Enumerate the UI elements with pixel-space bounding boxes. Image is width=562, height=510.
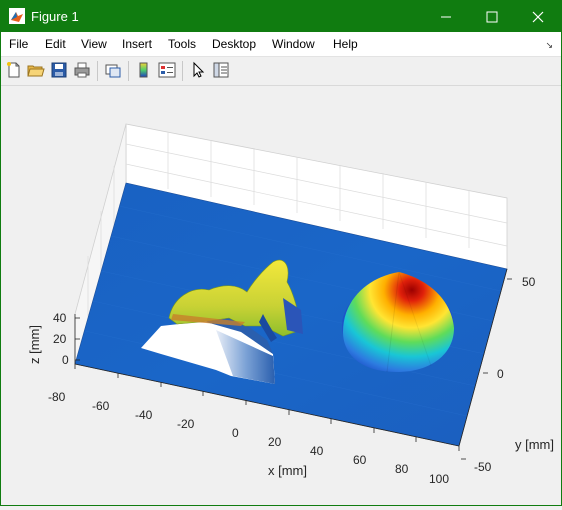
x-tick-label: 80 [395, 462, 409, 476]
menu-help[interactable]: Help [333, 37, 358, 51]
menu-file[interactable]: File [9, 37, 28, 51]
y-axis-label: y [mm] [515, 437, 554, 452]
z-tick-label: 0 [62, 353, 69, 367]
matlab-logo-icon [9, 8, 25, 24]
x-tick-label: 100 [429, 472, 449, 486]
menu-insert[interactable]: Insert [122, 37, 152, 51]
maximize-button[interactable] [469, 1, 515, 32]
toolbar-separator [97, 61, 98, 81]
menu-view[interactable]: View [81, 37, 107, 51]
x-tick-label: -60 [92, 399, 110, 413]
axes-3d[interactable]: 40 20 0 z [mm] -80 -60 -40 -20 0 20 40 6… [1, 86, 561, 505]
toolbar [1, 57, 561, 86]
open-file-icon[interactable] [27, 61, 45, 79]
x-tick-label: -40 [135, 408, 153, 422]
menu-edit[interactable]: Edit [45, 37, 66, 51]
toolbar-separator [128, 61, 129, 81]
minimize-icon [441, 16, 451, 17]
x-tick-label: 40 [310, 444, 324, 458]
x-tick-label: -20 [177, 417, 195, 431]
menu-dock-arrow-icon[interactable]: ↘ [545, 40, 553, 51]
insert-colorbar-icon[interactable] [135, 61, 153, 79]
property-inspector-icon[interactable] [212, 61, 230, 79]
menu-window[interactable]: Window [272, 37, 315, 51]
toolbar-separator [182, 61, 183, 81]
menu-bar: File Edit View Insert Tools Desktop Wind… [1, 32, 561, 57]
edit-plot-icon[interactable] [189, 61, 207, 79]
close-icon [532, 11, 544, 22]
x-tick-label: 0 [232, 426, 239, 440]
figure-canvas[interactable]: 40 20 0 z [mm] -80 -60 -40 -20 0 20 40 6… [1, 86, 561, 505]
close-button[interactable] [515, 1, 561, 32]
minimize-button[interactable] [423, 1, 469, 32]
x-tick-label: 20 [268, 435, 282, 449]
x-axis-label: x [mm] [268, 463, 307, 478]
new-figure-icon[interactable] [5, 61, 23, 79]
y-tick-label: 50 [522, 275, 536, 289]
menu-desktop[interactable]: Desktop [212, 37, 256, 51]
save-icon[interactable] [50, 61, 68, 79]
maximize-icon [486, 11, 498, 22]
menu-tools[interactable]: Tools [168, 37, 196, 51]
z-axis-label: z [mm] [27, 325, 42, 364]
link-plot-icon[interactable] [104, 61, 122, 79]
window-title: Figure 1 [31, 9, 79, 24]
insert-legend-icon[interactable] [158, 61, 176, 79]
z-tick-label: 20 [53, 332, 67, 346]
y-tick-label: -50 [474, 460, 492, 474]
x-tick-label: -80 [48, 390, 66, 404]
figure-window: Figure 1 File Edit View Insert Tools Des… [0, 0, 562, 506]
y-tick-label: 0 [497, 367, 504, 381]
z-tick-label: 40 [53, 311, 67, 325]
x-tick-label: 60 [353, 453, 367, 467]
print-icon[interactable] [73, 61, 91, 79]
title-bar[interactable]: Figure 1 [1, 1, 561, 32]
